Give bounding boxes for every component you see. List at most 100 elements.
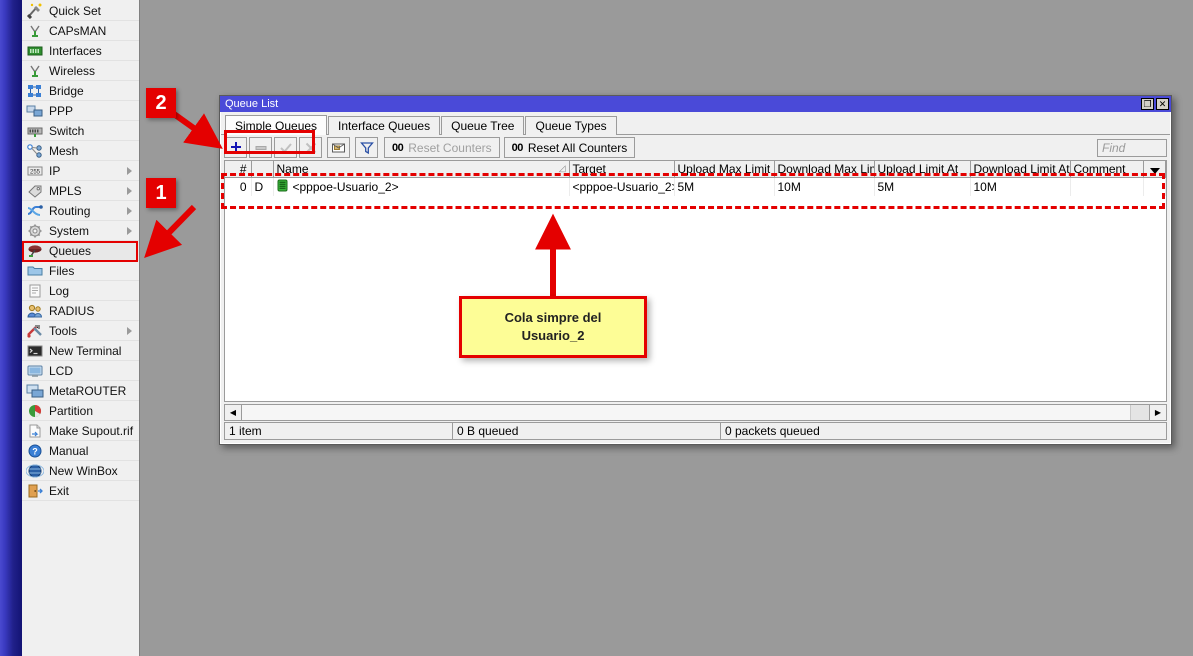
- sidebar-item-make-supout[interactable]: Make Supout.rif: [22, 421, 139, 441]
- enable-button[interactable]: [274, 137, 297, 158]
- sidebar-item-mesh[interactable]: Mesh: [22, 141, 139, 161]
- sidebar-item-metarouter[interactable]: MetaROUTER: [22, 381, 139, 401]
- close-button[interactable]: ✕: [1156, 98, 1169, 110]
- sidebar-item-new-winbox[interactable]: New WinBox: [22, 461, 139, 481]
- sidebar-item-interfaces[interactable]: Interfaces: [22, 41, 139, 61]
- column-chooser-button[interactable]: [1144, 161, 1166, 178]
- tab-interface-queues[interactable]: Interface Queues: [328, 116, 440, 135]
- scrollbar-thumb[interactable]: [1130, 405, 1149, 420]
- sidebar-item-system[interactable]: System: [22, 221, 139, 241]
- col-header-upload-limit-at[interactable]: Upload Limit At: [874, 161, 970, 178]
- disable-button[interactable]: [299, 137, 322, 158]
- col-header-upload-max-limit[interactable]: Upload Max Limit: [674, 161, 774, 178]
- sidebar-item-label: MetaROUTER: [49, 384, 126, 398]
- sidebar-item-label: RADIUS: [49, 304, 94, 318]
- routing-icon: [26, 203, 44, 219]
- check-icon: [279, 141, 293, 155]
- scroll-left-arrow-icon[interactable]: ◀: [225, 405, 242, 420]
- gear-icon: [26, 223, 44, 239]
- col-header-name[interactable]: Name ◿: [273, 161, 569, 178]
- horizontal-scrollbar[interactable]: ◀ ▶: [224, 404, 1167, 421]
- sidebar-item-label: Mesh: [49, 144, 78, 158]
- sidebar-item-routing[interactable]: Routing: [22, 201, 139, 221]
- queue-list-window: Queue List ❐ ✕ Simple Queues Interface Q…: [219, 95, 1172, 445]
- sidebar-item-ppp[interactable]: PPP: [22, 101, 139, 121]
- window-body: Simple Queues Interface Queues Queue Tre…: [220, 112, 1171, 444]
- tab-simple-queues[interactable]: Simple Queues: [225, 115, 327, 135]
- sidebar-item-bridge[interactable]: Bridge: [22, 81, 139, 101]
- sidebar-item-label: Switch: [49, 124, 84, 138]
- mpls-tag-icon: [26, 183, 44, 199]
- pie-icon: [26, 403, 44, 419]
- queue-table[interactable]: # Name ◿ Target Upload Max Limit Downloa…: [224, 160, 1167, 402]
- reset-all-counters-button[interactable]: 00 Reset All Counters: [504, 137, 636, 158]
- toolbar[interactable]: 00 Reset Counters 00 Reset All Counters …: [221, 135, 1170, 160]
- sidebar-item-switch[interactable]: Switch: [22, 121, 139, 141]
- reset-all-counters-prefix: 00: [512, 142, 523, 154]
- plus-icon: [229, 141, 243, 155]
- chevron-down-icon: [1150, 168, 1160, 174]
- status-bar: 1 item 0 B queued 0 packets queued: [224, 422, 1167, 440]
- sidebar-item-files[interactable]: Files: [22, 261, 139, 281]
- filter-button[interactable]: [355, 137, 378, 158]
- cross-icon: [304, 141, 318, 155]
- sidebar-item-lcd[interactable]: LCD: [22, 361, 139, 381]
- winbox-brand-strip: RouterOS WinBox: [0, 0, 22, 656]
- sidebar-item-log[interactable]: Log: [22, 281, 139, 301]
- sidebar-item-label: Interfaces: [49, 44, 102, 58]
- sidebar-item-exit[interactable]: Exit: [22, 481, 139, 501]
- scrollbar-track[interactable]: [242, 405, 1130, 420]
- wand-icon: [26, 3, 44, 19]
- cell-download-limit-at: 10M: [970, 178, 1070, 197]
- col-header-index[interactable]: #: [225, 161, 251, 178]
- scroll-right-arrow-icon[interactable]: ▶: [1149, 405, 1166, 420]
- tab-queue-tree[interactable]: Queue Tree: [441, 116, 524, 135]
- sidebar-item-label: Files: [49, 264, 74, 278]
- status-bytes-queued: 0 B queued: [453, 423, 721, 439]
- cell-download-max-limit: 10M: [774, 178, 874, 197]
- find-input[interactable]: Find: [1097, 139, 1167, 157]
- sidebar-item-manual[interactable]: ? Manual: [22, 441, 139, 461]
- tab-queue-types[interactable]: Queue Types: [525, 116, 616, 135]
- sidebar-item-queues[interactable]: Queues: [22, 241, 139, 261]
- col-header-target[interactable]: Target: [569, 161, 674, 178]
- remove-button[interactable]: [249, 137, 272, 158]
- col-header-download-limit-at[interactable]: Download Limit At: [970, 161, 1070, 178]
- sidebar-item-quick-set[interactable]: Quick Set: [22, 1, 139, 21]
- sidebar-item-label: IP: [49, 164, 60, 178]
- sidebar-item-tools[interactable]: Tools: [22, 321, 139, 341]
- sidebar-item-partition[interactable]: Partition: [22, 401, 139, 421]
- comment-button[interactable]: [327, 137, 350, 158]
- find-placeholder: Find: [1102, 141, 1125, 155]
- sidebar-item-mpls[interactable]: MPLS: [22, 181, 139, 201]
- reset-counters-button[interactable]: 00 Reset Counters: [384, 137, 500, 158]
- sidebar-item-ip[interactable]: 255 IP: [22, 161, 139, 181]
- sidebar-item-label: Queues: [49, 244, 91, 258]
- chevron-right-icon: [127, 167, 132, 175]
- sidebar-item-wireless[interactable]: Wireless: [22, 61, 139, 81]
- users-icon: [26, 303, 44, 319]
- reset-counters-label: Reset Counters: [408, 141, 491, 155]
- sidebar-item-label: System: [49, 224, 89, 238]
- sort-ascending-icon: ◿: [559, 163, 566, 174]
- col-header-flags[interactable]: [251, 161, 273, 178]
- sidebar-item-radius[interactable]: RADIUS: [22, 301, 139, 321]
- sidebar-item-new-terminal[interactable]: New Terminal: [22, 341, 139, 361]
- sidebar-item-label: Manual: [49, 444, 88, 458]
- maximize-button[interactable]: ❐: [1141, 98, 1154, 110]
- sidebar-item-capsman[interactable]: CAPsMAN: [22, 21, 139, 41]
- tab-bar[interactable]: Simple Queues Interface Queues Queue Tre…: [221, 112, 1170, 135]
- table-row[interactable]: 0 D <pppoe-Usuario_2> <pppoe-Usuario_2>: [225, 178, 1166, 197]
- add-button[interactable]: [224, 137, 247, 158]
- tools-icon: [26, 323, 44, 339]
- status-packets-queued: 0 packets queued: [721, 423, 1166, 439]
- main-menu-list[interactable]: Quick Set CAPsMAN Interfaces Wireless Br: [22, 0, 139, 656]
- cell-index: 0: [225, 178, 251, 197]
- annotation-note-line2: Usuario_2: [505, 327, 602, 345]
- brand-vertical-label: RouterOS WinBox: [0, 518, 4, 648]
- document-export-icon: [26, 423, 44, 439]
- window-titlebar[interactable]: Queue List ❐ ✕: [220, 96, 1171, 112]
- col-header-comment[interactable]: Comment: [1070, 161, 1144, 178]
- switch-icon: [26, 123, 44, 139]
- col-header-download-max-limit[interactable]: Download Max Limit: [774, 161, 874, 178]
